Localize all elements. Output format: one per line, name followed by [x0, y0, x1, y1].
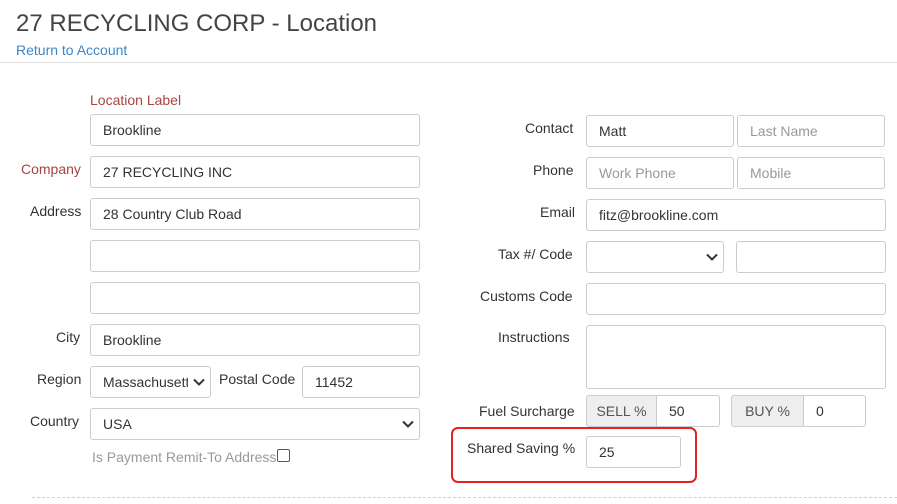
city-label: City: [56, 329, 81, 345]
chevron-down-icon: [188, 367, 210, 397]
instructions-textarea[interactable]: [586, 325, 886, 389]
footer-divider: [32, 497, 897, 498]
chevron-down-icon: [701, 242, 723, 272]
region-label: Region: [37, 371, 82, 387]
company-input[interactable]: [90, 156, 420, 188]
customs-code-label: Customs Code: [480, 288, 573, 304]
contact-first-name-input[interactable]: [586, 115, 734, 147]
postal-code-label: Postal Code: [219, 371, 296, 387]
remit-to-checkbox[interactable]: [277, 449, 290, 462]
shared-saving-input[interactable]: [586, 436, 681, 468]
email-input[interactable]: [586, 199, 886, 231]
sell-percent-addon: SELL %: [586, 395, 657, 427]
contact-last-name-input[interactable]: [737, 115, 885, 147]
buy-percent-addon: BUY %: [731, 395, 804, 427]
country-select-value: USA: [103, 416, 132, 432]
chevron-down-icon: [397, 409, 419, 439]
remit-to-label: Is Payment Remit-To Address: [92, 449, 277, 465]
contact-label: Contact: [525, 120, 574, 136]
location-label-label: Location Label: [90, 92, 182, 108]
buy-percent-input[interactable]: [804, 395, 866, 427]
country-select[interactable]: USA: [90, 408, 420, 440]
sell-percent-input[interactable]: [657, 395, 720, 427]
email-label: Email: [540, 204, 576, 220]
customs-code-input[interactable]: [586, 283, 886, 315]
region-select-value: Massachusett: [103, 374, 188, 390]
page-title: 27 RECYCLING CORP - Location: [16, 10, 378, 37]
tax-code-select[interactable]: [586, 241, 724, 273]
address-line3-input[interactable]: [90, 282, 420, 314]
region-select[interactable]: Massachusett: [90, 366, 211, 398]
fuel-surcharge-label: Fuel Surcharge: [479, 403, 575, 419]
work-phone-input[interactable]: [586, 157, 734, 189]
address-line2-input[interactable]: [90, 240, 420, 272]
company-label: Company: [21, 161, 81, 177]
address-line1-input[interactable]: [90, 198, 420, 230]
address-label: Address: [30, 203, 82, 219]
tax-code-label: Tax #/ Code: [498, 246, 573, 262]
header-divider: [0, 62, 897, 63]
shared-saving-label: Shared Saving %: [467, 440, 576, 456]
tax-number-input[interactable]: [736, 241, 886, 273]
location-label-input[interactable]: [90, 114, 420, 146]
city-input[interactable]: [90, 324, 420, 356]
return-to-account-link[interactable]: Return to Account: [16, 42, 127, 58]
country-label: Country: [30, 413, 80, 429]
postal-code-input[interactable]: [302, 366, 420, 398]
mobile-phone-input[interactable]: [737, 157, 885, 189]
instructions-label: Instructions: [498, 329, 570, 345]
phone-label: Phone: [533, 162, 574, 178]
